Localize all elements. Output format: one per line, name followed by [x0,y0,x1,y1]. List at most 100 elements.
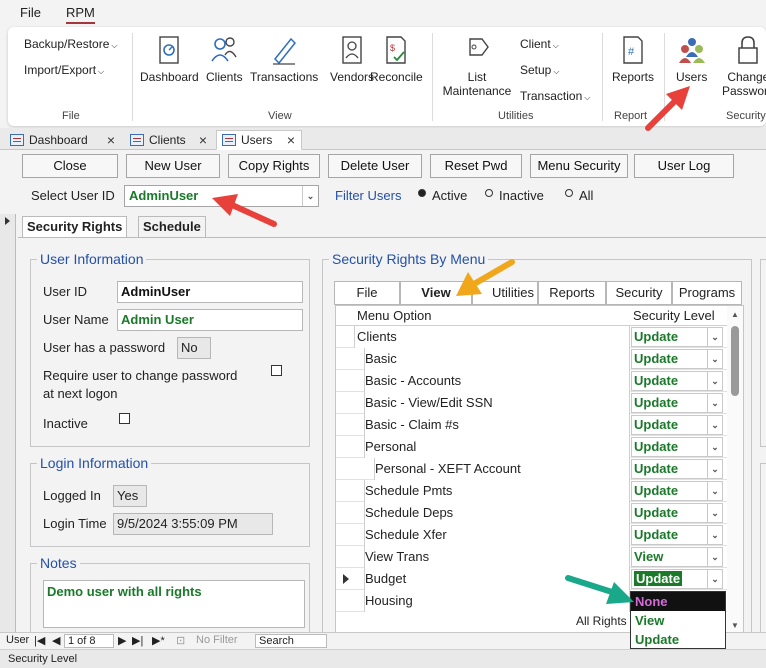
backup-restore-button[interactable]: Backup/Restore ⌵ [24,37,117,51]
security-level-combo[interactable]: Update ⌄ [631,437,723,457]
close-icon[interactable]: × [287,131,295,149]
scroll-thumb[interactable] [731,326,739,396]
security-level-combo[interactable]: Update ⌄ [631,349,723,369]
next-record-icon[interactable]: ▶ [118,634,126,647]
menu-file[interactable]: File [20,5,41,20]
table-row[interactable]: Personal Update ⌄ [336,436,729,458]
doc-tab-users[interactable]: Users × [216,130,302,150]
first-record-icon[interactable]: |◀ [34,634,45,647]
close-icon[interactable]: × [199,131,207,149]
chevron-down-icon[interactable]: ⌄ [707,328,722,346]
doc-tab-dashboard[interactable]: Dashboard × [4,130,122,150]
table-row[interactable]: Budget Update ⌄ [336,568,729,590]
row-selector[interactable] [336,546,354,568]
reconcile-button[interactable]: $ Reconcile [370,33,423,84]
menu-rpm[interactable]: RPM [66,5,95,24]
last-record-icon[interactable]: ▶| [132,634,143,647]
chevron-down-icon[interactable]: ⌄ [707,526,722,544]
filter-inactive-radio[interactable]: Inactive [485,188,544,203]
security-level-combo[interactable]: Update ⌄ [631,415,723,435]
table-row[interactable]: Personal - XEFT Account Update ⌄ [336,458,729,480]
users-button[interactable]: Users [676,33,707,84]
row-selector[interactable] [336,436,354,458]
table-row[interactable]: Basic - Accounts Update ⌄ [336,370,729,392]
user-name-field[interactable]: Admin User [117,309,303,331]
tab-schedule[interactable]: Schedule [138,216,206,238]
table-row[interactable]: Basic Update ⌄ [336,348,729,370]
security-level-combo[interactable]: Update ⌄ [631,481,723,501]
dashboard-button[interactable]: Dashboard [140,33,199,84]
row-selector[interactable] [336,458,354,480]
notes-field[interactable]: Demo user with all rights [43,580,305,628]
security-level-combo[interactable]: Update ⌄ [631,371,723,391]
vendors-button[interactable]: Vendors [330,33,374,84]
table-row[interactable]: Schedule Xfer Update ⌄ [336,524,729,546]
clients-button[interactable]: Clients [206,33,243,84]
security-level-combo[interactable]: Update ⌄ [631,525,723,545]
security-level-combo[interactable]: View ⌄ [631,547,723,567]
chevron-down-icon[interactable]: ⌄ [707,570,722,588]
dropdown-option-update[interactable]: Update [631,630,725,649]
reset-pwd-button[interactable]: Reset Pwd [430,154,522,178]
filter-all-radio[interactable]: All [565,188,593,203]
row-selector[interactable] [336,524,354,546]
user-log-button[interactable]: User Log [634,154,734,178]
chevron-down-icon[interactable]: ⌄ [302,186,318,206]
require-change-checkbox[interactable] [271,365,282,376]
user-id-field[interactable]: AdminUser [117,281,303,303]
change-password-button[interactable]: Change Password [722,33,766,98]
table-row[interactable]: Clients Update ⌄ [336,326,729,348]
rights-tab-view[interactable]: View [400,281,472,305]
import-export-button[interactable]: Import/Export ⌵ [24,63,104,77]
new-user-button[interactable]: New User [126,154,220,178]
table-row[interactable]: View Trans View ⌄ [336,546,729,568]
rights-tab-file[interactable]: File [334,281,400,305]
chevron-down-icon[interactable]: ⌄ [707,482,722,500]
no-filter-label[interactable]: No Filter [196,634,238,646]
new-record-icon[interactable]: ▶* [152,634,165,647]
chevron-down-icon[interactable]: ⌄ [707,438,722,456]
chevron-down-icon[interactable]: ⌄ [707,548,722,566]
rights-tab-reports[interactable]: Reports [538,281,606,305]
reports-button[interactable]: # Reports [612,33,654,84]
record-number-field[interactable]: 1 of 8 [64,634,114,648]
rights-tab-utilities[interactable]: Utilities [472,281,538,305]
table-row[interactable]: Basic - View/Edit SSN Update ⌄ [336,392,729,414]
row-selector[interactable] [336,414,354,436]
transactions-button[interactable]: Transactions [250,33,318,84]
transaction-menu-button[interactable]: Transaction ⌵ [520,89,590,103]
chevron-down-icon[interactable]: ⌄ [707,372,722,390]
row-selector[interactable] [336,326,354,348]
security-level-combo[interactable]: Update ⌄ [631,459,723,479]
delete-user-button[interactable]: Delete User [328,154,422,178]
table-row[interactable]: Basic - Claim #s Update ⌄ [336,414,729,436]
row-selector[interactable] [336,370,354,392]
chevron-down-icon[interactable]: ⌄ [707,350,722,368]
chevron-down-icon[interactable]: ⌄ [707,394,722,412]
row-selector[interactable] [336,480,354,502]
security-level-combo[interactable]: Update ⌄ [631,327,723,347]
vertical-scrollbar[interactable]: ▲ ▼ [727,306,743,632]
inactive-checkbox[interactable] [119,413,130,424]
close-button[interactable]: Close [22,154,118,178]
record-selector-strip[interactable] [0,214,16,634]
tab-security-rights[interactable]: Security Rights [22,216,128,238]
row-selector[interactable] [336,568,354,590]
security-level-combo[interactable]: Update ⌄ [631,503,723,523]
chevron-down-icon[interactable]: ⌄ [707,460,722,478]
close-icon[interactable]: × [107,131,115,149]
chevron-down-icon[interactable]: ⌄ [707,416,722,434]
list-maintenance-button[interactable]: List Maintenance [442,33,512,98]
security-level-combo[interactable]: Update ⌄ [631,393,723,413]
table-row[interactable]: Schedule Deps Update ⌄ [336,502,729,524]
search-input[interactable]: Search [255,634,327,648]
menu-security-button[interactable]: Menu Security [530,154,628,178]
scroll-down-icon[interactable]: ▼ [731,621,739,630]
dropdown-option-none[interactable]: None [631,592,725,611]
setup-menu-button[interactable]: Setup ⌵ [520,63,559,77]
rights-tab-programs[interactable]: Programs [672,281,742,305]
doc-tab-clients[interactable]: Clients × [124,130,214,150]
copy-rights-button[interactable]: Copy Rights [228,154,320,178]
scroll-up-icon[interactable]: ▲ [731,310,739,319]
table-row[interactable]: Schedule Pmts Update ⌄ [336,480,729,502]
